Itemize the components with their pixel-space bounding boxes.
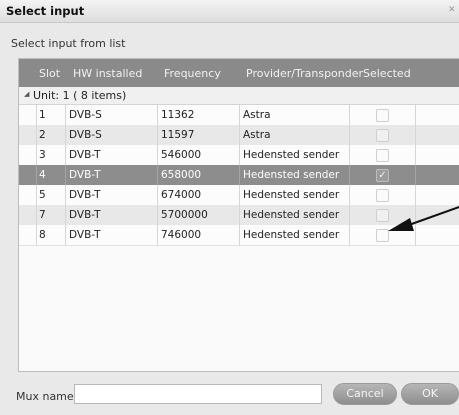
cell-hw: DVB-T: [69, 209, 101, 221]
cell-provider: Astra: [243, 129, 271, 141]
cell-hw: DVB-S: [69, 129, 102, 141]
cell-frequency: 674000: [161, 189, 202, 201]
column-divider: [157, 125, 158, 145]
cell-slot: 4: [39, 169, 46, 181]
column-divider: [415, 165, 416, 185]
column-divider: [157, 145, 158, 165]
cell-frequency: 11597: [161, 129, 195, 141]
ok-button[interactable]: OK: [401, 383, 459, 405]
column-divider: [239, 225, 240, 245]
cell-hw: DVB-S: [69, 109, 102, 121]
collapse-triangle-icon[interactable]: ◢: [24, 90, 29, 98]
column-header-hw-installed[interactable]: HW installed: [73, 67, 142, 80]
selected-checkbox[interactable]: [376, 129, 389, 142]
instruction-text: Select input from list: [11, 37, 126, 50]
column-divider: [65, 185, 66, 205]
cell-slot: 1: [39, 109, 46, 121]
column-header-frequency[interactable]: Frequency: [164, 67, 221, 80]
column-divider: [349, 185, 350, 205]
mux-name-input[interactable]: [74, 384, 322, 404]
column-divider: [239, 205, 240, 225]
column-divider: [65, 165, 66, 185]
cell-hw: DVB-T: [69, 169, 101, 181]
column-divider: [65, 205, 66, 225]
cell-slot: 7: [39, 209, 46, 221]
column-divider: [36, 145, 37, 165]
column-divider: [36, 205, 37, 225]
cell-hw: DVB-T: [69, 149, 101, 161]
cell-slot: 8: [39, 229, 46, 241]
window-title: Select input: [6, 4, 85, 18]
cell-frequency: 546000: [161, 149, 202, 161]
table-row[interactable]: 1 DVB-S 11362 Astra: [19, 105, 459, 126]
column-divider: [349, 225, 350, 245]
selected-checkbox[interactable]: [376, 149, 389, 162]
cell-provider: Hedensted sender: [243, 149, 340, 161]
annotation-arrow-icon: [388, 206, 459, 231]
table-row[interactable]: 4 DVB-T 658000 Hedensted sender ✓: [19, 165, 459, 186]
column-divider: [349, 165, 350, 185]
column-header-provider[interactable]: Provider/Transponder: [246, 67, 363, 80]
cell-frequency: 746000: [161, 229, 202, 241]
cell-frequency: 11362: [161, 109, 195, 121]
cell-frequency: 5700000: [161, 209, 208, 221]
selected-checkbox[interactable]: [376, 109, 389, 122]
column-divider: [415, 105, 416, 125]
cancel-button[interactable]: Cancel: [333, 383, 397, 405]
column-divider: [65, 105, 66, 125]
column-divider: [65, 125, 66, 145]
column-header-slot[interactable]: Slot: [39, 67, 60, 80]
column-divider: [65, 225, 66, 245]
cell-frequency: 658000: [161, 169, 202, 181]
column-divider: [157, 185, 158, 205]
column-divider: [415, 125, 416, 145]
column-divider: [349, 125, 350, 145]
column-divider: [157, 225, 158, 245]
grid-header: Slot HW installed Frequency Provider/Tra…: [19, 59, 459, 87]
cell-slot: 3: [39, 149, 46, 161]
group-label: Unit: 1 ( 8 items): [33, 89, 127, 102]
cell-slot: 5: [39, 189, 46, 201]
table-row[interactable]: 3 DVB-T 546000 Hedensted sender: [19, 145, 459, 166]
column-divider: [65, 145, 66, 165]
cell-hw: DVB-T: [69, 229, 101, 241]
column-divider: [36, 225, 37, 245]
column-divider: [349, 105, 350, 125]
table-row[interactable]: 2 DVB-S 11597 Astra: [19, 125, 459, 146]
cell-hw: DVB-T: [69, 189, 101, 201]
close-icon[interactable]: ✕: [448, 5, 459, 16]
column-divider: [36, 105, 37, 125]
column-divider: [349, 145, 350, 165]
column-divider: [36, 165, 37, 185]
cell-provider: Hedensted sender: [243, 209, 340, 221]
cell-slot: 2: [39, 129, 46, 141]
column-divider: [415, 145, 416, 165]
column-divider: [36, 125, 37, 145]
input-list-grid[interactable]: Slot HW installed Frequency Provider/Tra…: [18, 58, 459, 372]
column-divider: [239, 145, 240, 165]
column-divider: [36, 185, 37, 205]
column-divider: [239, 185, 240, 205]
title-bar: Select input ✕: [0, 0, 459, 23]
selected-checkbox[interactable]: ✓: [376, 169, 389, 182]
column-header-selected[interactable]: Selected: [363, 67, 411, 80]
cell-provider: Hedensted sender: [243, 169, 340, 181]
cell-provider: Hedensted sender: [243, 229, 340, 241]
column-divider: [349, 205, 350, 225]
column-divider: [157, 205, 158, 225]
cell-provider: Astra: [243, 109, 271, 121]
column-divider: [239, 105, 240, 125]
column-divider: [157, 105, 158, 125]
column-divider: [239, 125, 240, 145]
mux-name-label: Mux name: [16, 390, 74, 403]
group-row-unit-1[interactable]: ◢ Unit: 1 ( 8 items): [19, 87, 459, 105]
column-divider: [157, 165, 158, 185]
column-divider: [239, 165, 240, 185]
cell-provider: Hedensted sender: [243, 189, 340, 201]
